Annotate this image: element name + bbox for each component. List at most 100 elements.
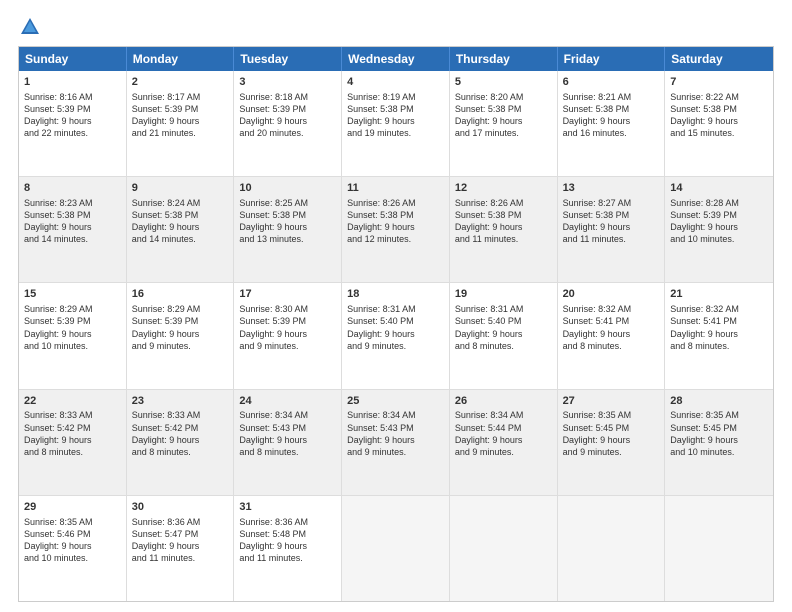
cell-info: Sunrise: 8:25 AMSunset: 5:38 PMDaylight:… (239, 197, 336, 246)
day-number: 5 (455, 75, 552, 90)
cell-info: Sunrise: 8:32 AMSunset: 5:41 PMDaylight:… (670, 303, 768, 352)
calendar-header: SundayMondayTuesdayWednesdayThursdayFrid… (19, 47, 773, 71)
day-number: 1 (24, 75, 121, 90)
day-number: 8 (24, 181, 121, 196)
logo-icon (19, 16, 41, 38)
day-number: 22 (24, 394, 121, 409)
calendar-cell: 6Sunrise: 8:21 AMSunset: 5:38 PMDaylight… (558, 71, 666, 176)
header-day-sunday: Sunday (19, 47, 127, 71)
day-number: 7 (670, 75, 768, 90)
calendar-cell: 24Sunrise: 8:34 AMSunset: 5:43 PMDayligh… (234, 390, 342, 495)
logo (18, 16, 42, 38)
header-day-wednesday: Wednesday (342, 47, 450, 71)
calendar-cell (665, 496, 773, 601)
header-day-saturday: Saturday (665, 47, 773, 71)
cell-info: Sunrise: 8:20 AMSunset: 5:38 PMDaylight:… (455, 91, 552, 140)
calendar-cell: 16Sunrise: 8:29 AMSunset: 5:39 PMDayligh… (127, 283, 235, 388)
day-number: 17 (239, 287, 336, 302)
cell-info: Sunrise: 8:22 AMSunset: 5:38 PMDaylight:… (670, 91, 768, 140)
calendar-cell: 11Sunrise: 8:26 AMSunset: 5:38 PMDayligh… (342, 177, 450, 282)
day-number: 20 (563, 287, 660, 302)
cell-info: Sunrise: 8:33 AMSunset: 5:42 PMDaylight:… (132, 409, 229, 458)
cell-info: Sunrise: 8:26 AMSunset: 5:38 PMDaylight:… (455, 197, 552, 246)
day-number: 25 (347, 394, 444, 409)
cell-info: Sunrise: 8:35 AMSunset: 5:45 PMDaylight:… (563, 409, 660, 458)
day-number: 12 (455, 181, 552, 196)
calendar-cell: 26Sunrise: 8:34 AMSunset: 5:44 PMDayligh… (450, 390, 558, 495)
cell-info: Sunrise: 8:17 AMSunset: 5:39 PMDaylight:… (132, 91, 229, 140)
day-number: 24 (239, 394, 336, 409)
calendar-row-5: 29Sunrise: 8:35 AMSunset: 5:46 PMDayligh… (19, 496, 773, 601)
calendar-cell: 21Sunrise: 8:32 AMSunset: 5:41 PMDayligh… (665, 283, 773, 388)
cell-info: Sunrise: 8:24 AMSunset: 5:38 PMDaylight:… (132, 197, 229, 246)
cell-info: Sunrise: 8:36 AMSunset: 5:48 PMDaylight:… (239, 516, 336, 565)
day-number: 6 (563, 75, 660, 90)
day-number: 2 (132, 75, 229, 90)
day-number: 29 (24, 500, 121, 515)
calendar-cell: 27Sunrise: 8:35 AMSunset: 5:45 PMDayligh… (558, 390, 666, 495)
cell-info: Sunrise: 8:35 AMSunset: 5:46 PMDaylight:… (24, 516, 121, 565)
cell-info: Sunrise: 8:35 AMSunset: 5:45 PMDaylight:… (670, 409, 768, 458)
calendar-cell (558, 496, 666, 601)
header-day-monday: Monday (127, 47, 235, 71)
cell-info: Sunrise: 8:30 AMSunset: 5:39 PMDaylight:… (239, 303, 336, 352)
cell-info: Sunrise: 8:33 AMSunset: 5:42 PMDaylight:… (24, 409, 121, 458)
calendar-row-4: 22Sunrise: 8:33 AMSunset: 5:42 PMDayligh… (19, 390, 773, 496)
calendar-cell: 29Sunrise: 8:35 AMSunset: 5:46 PMDayligh… (19, 496, 127, 601)
calendar-cell: 9Sunrise: 8:24 AMSunset: 5:38 PMDaylight… (127, 177, 235, 282)
day-number: 28 (670, 394, 768, 409)
day-number: 26 (455, 394, 552, 409)
day-number: 10 (239, 181, 336, 196)
calendar-cell: 15Sunrise: 8:29 AMSunset: 5:39 PMDayligh… (19, 283, 127, 388)
calendar-cell (450, 496, 558, 601)
day-number: 21 (670, 287, 768, 302)
day-number: 9 (132, 181, 229, 196)
calendar-body: 1Sunrise: 8:16 AMSunset: 5:39 PMDaylight… (19, 71, 773, 601)
calendar-cell: 19Sunrise: 8:31 AMSunset: 5:40 PMDayligh… (450, 283, 558, 388)
cell-info: Sunrise: 8:31 AMSunset: 5:40 PMDaylight:… (455, 303, 552, 352)
calendar-cell: 12Sunrise: 8:26 AMSunset: 5:38 PMDayligh… (450, 177, 558, 282)
cell-info: Sunrise: 8:34 AMSunset: 5:43 PMDaylight:… (347, 409, 444, 458)
calendar-cell: 17Sunrise: 8:30 AMSunset: 5:39 PMDayligh… (234, 283, 342, 388)
header-day-tuesday: Tuesday (234, 47, 342, 71)
calendar-cell: 2Sunrise: 8:17 AMSunset: 5:39 PMDaylight… (127, 71, 235, 176)
cell-info: Sunrise: 8:21 AMSunset: 5:38 PMDaylight:… (563, 91, 660, 140)
calendar-cell: 31Sunrise: 8:36 AMSunset: 5:48 PMDayligh… (234, 496, 342, 601)
day-number: 11 (347, 181, 444, 196)
cell-info: Sunrise: 8:29 AMSunset: 5:39 PMDaylight:… (132, 303, 229, 352)
cell-info: Sunrise: 8:23 AMSunset: 5:38 PMDaylight:… (24, 197, 121, 246)
cell-info: Sunrise: 8:28 AMSunset: 5:39 PMDaylight:… (670, 197, 768, 246)
cell-info: Sunrise: 8:34 AMSunset: 5:43 PMDaylight:… (239, 409, 336, 458)
calendar-cell: 3Sunrise: 8:18 AMSunset: 5:39 PMDaylight… (234, 71, 342, 176)
cell-info: Sunrise: 8:18 AMSunset: 5:39 PMDaylight:… (239, 91, 336, 140)
calendar-cell: 8Sunrise: 8:23 AMSunset: 5:38 PMDaylight… (19, 177, 127, 282)
cell-info: Sunrise: 8:32 AMSunset: 5:41 PMDaylight:… (563, 303, 660, 352)
header-day-friday: Friday (558, 47, 666, 71)
day-number: 14 (670, 181, 768, 196)
day-number: 15 (24, 287, 121, 302)
calendar-cell: 4Sunrise: 8:19 AMSunset: 5:38 PMDaylight… (342, 71, 450, 176)
day-number: 31 (239, 500, 336, 515)
calendar-row-2: 8Sunrise: 8:23 AMSunset: 5:38 PMDaylight… (19, 177, 773, 283)
calendar-cell: 20Sunrise: 8:32 AMSunset: 5:41 PMDayligh… (558, 283, 666, 388)
day-number: 19 (455, 287, 552, 302)
calendar-cell: 5Sunrise: 8:20 AMSunset: 5:38 PMDaylight… (450, 71, 558, 176)
day-number: 13 (563, 181, 660, 196)
calendar-cell: 10Sunrise: 8:25 AMSunset: 5:38 PMDayligh… (234, 177, 342, 282)
calendar-cell: 1Sunrise: 8:16 AMSunset: 5:39 PMDaylight… (19, 71, 127, 176)
day-number: 30 (132, 500, 229, 515)
cell-info: Sunrise: 8:36 AMSunset: 5:47 PMDaylight:… (132, 516, 229, 565)
calendar-row-1: 1Sunrise: 8:16 AMSunset: 5:39 PMDaylight… (19, 71, 773, 177)
cell-info: Sunrise: 8:34 AMSunset: 5:44 PMDaylight:… (455, 409, 552, 458)
calendar-cell: 28Sunrise: 8:35 AMSunset: 5:45 PMDayligh… (665, 390, 773, 495)
cell-info: Sunrise: 8:27 AMSunset: 5:38 PMDaylight:… (563, 197, 660, 246)
header (18, 16, 774, 38)
cell-info: Sunrise: 8:26 AMSunset: 5:38 PMDaylight:… (347, 197, 444, 246)
page: SundayMondayTuesdayWednesdayThursdayFrid… (0, 0, 792, 612)
cell-info: Sunrise: 8:16 AMSunset: 5:39 PMDaylight:… (24, 91, 121, 140)
calendar: SundayMondayTuesdayWednesdayThursdayFrid… (18, 46, 774, 602)
day-number: 16 (132, 287, 229, 302)
cell-info: Sunrise: 8:19 AMSunset: 5:38 PMDaylight:… (347, 91, 444, 140)
cell-info: Sunrise: 8:31 AMSunset: 5:40 PMDaylight:… (347, 303, 444, 352)
calendar-cell: 7Sunrise: 8:22 AMSunset: 5:38 PMDaylight… (665, 71, 773, 176)
